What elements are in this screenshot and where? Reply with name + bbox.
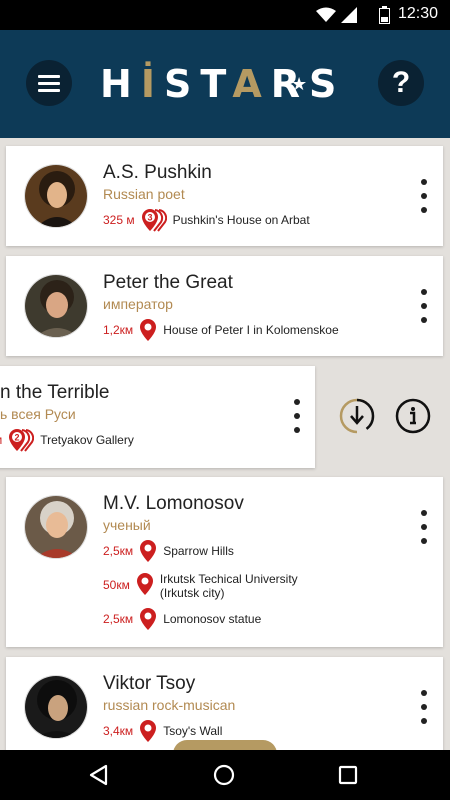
person-card[interactable]: Peter the Great император 1,2км House of… [6,256,443,356]
app-header: HİSTARS ★ ? [0,30,450,138]
place-name: House of Peter I in Kolomenskoe [163,323,339,337]
person-name: n the Terrible [0,382,110,403]
multi-pin-icon: 3 [141,209,167,232]
person-name: A.S. Pushkin [103,162,212,183]
person-subtitle: ь всея Руси [0,406,76,422]
system-nav-bar [0,750,450,800]
distance-label: 1,2км [103,323,134,337]
place-name: Pushkin's House on Arbat [172,213,310,227]
place-name: Lomonosov statue [163,612,262,626]
battery-icon [379,6,390,24]
distance-label: 325 м [103,213,135,227]
map-pin-icon [140,608,157,630]
person-name: Peter the Great [103,272,233,293]
more-options-button[interactable] [420,289,428,325]
home-icon[interactable] [213,764,235,786]
location-row[interactable]: м 2 Tretyakov Gallery [0,428,134,452]
svg-text:3: 3 [147,213,152,223]
distance-label: 50км [103,578,130,592]
menu-button[interactable] [26,60,72,106]
help-button[interactable]: ? [378,60,424,106]
location-row[interactable]: 50км Irkutsk Techical University (Irkuts… [103,572,298,600]
location-row[interactable]: 1,2км House of Peter I in Kolomenskoe [103,318,339,342]
location-row[interactable]: 325 м 3 Pushkin's House on Arbat [103,208,310,232]
more-options-button[interactable] [420,179,428,215]
distance-label: 2,5км [103,544,134,558]
map-pin-icon [140,319,157,341]
clock: 12:30 [397,5,438,22]
person-subtitle: ученый [103,517,151,533]
star-icon: ★ [291,74,317,95]
person-card[interactable]: M.V. Lomonosov ученый 2,5км Sparrow Hill… [6,477,443,647]
location-row[interactable]: 2,5км Sparrow Hills [103,539,234,563]
info-icon[interactable] [395,398,431,434]
person-subtitle: russian rock-musican [103,697,236,713]
signal-icon [341,7,357,23]
help-label: ? [391,66,411,99]
map-pin-icon [136,573,153,595]
multi-pin-icon: 2 [9,429,35,452]
app-logo: HİSTARS ★ [100,62,346,106]
map-pin-icon [140,540,157,562]
place-name: Tretyakov Gallery [40,433,134,447]
place-name-detail: (Irkutsk city) [159,586,225,600]
more-options-button[interactable] [420,690,428,726]
back-icon[interactable] [88,764,110,786]
avatar [24,274,88,338]
person-subtitle: Russian poet [103,186,185,202]
map-pin-icon [140,720,157,742]
distance-label: м [0,433,2,447]
person-name: Viktor Tsoy [103,673,196,694]
distance-label: 2,5км [103,612,134,626]
more-options-button[interactable] [420,510,428,546]
place-name: Tsoy's Wall [163,724,223,738]
distance-label: 3,4км [103,724,134,738]
avatar [24,675,88,739]
place-name-group: Irkutsk Techical University (Irkutsk cit… [160,572,298,600]
location-row[interactable]: 2,5км Lomonosov statue [103,607,261,631]
place-name: Sparrow Hills [163,544,234,558]
avatar [24,164,88,228]
status-bar: 12:30 [0,0,450,30]
more-options-button[interactable] [293,399,301,435]
person-subtitle: император [103,296,173,312]
download-icon[interactable] [339,398,375,434]
avatar [24,495,88,559]
svg-text:2: 2 [15,433,20,443]
person-name: M.V. Lomonosov [103,493,244,514]
recents-icon[interactable] [338,765,358,785]
wifi-icon [316,7,336,22]
place-name: Irkutsk Techical University [159,572,298,586]
person-card-swiped[interactable]: n the Terrible ь всея Руси м 2 Tretyakov… [0,366,315,468]
person-card[interactable]: A.S. Pushkin Russian poet 325 м 3 Pushki… [6,146,443,246]
